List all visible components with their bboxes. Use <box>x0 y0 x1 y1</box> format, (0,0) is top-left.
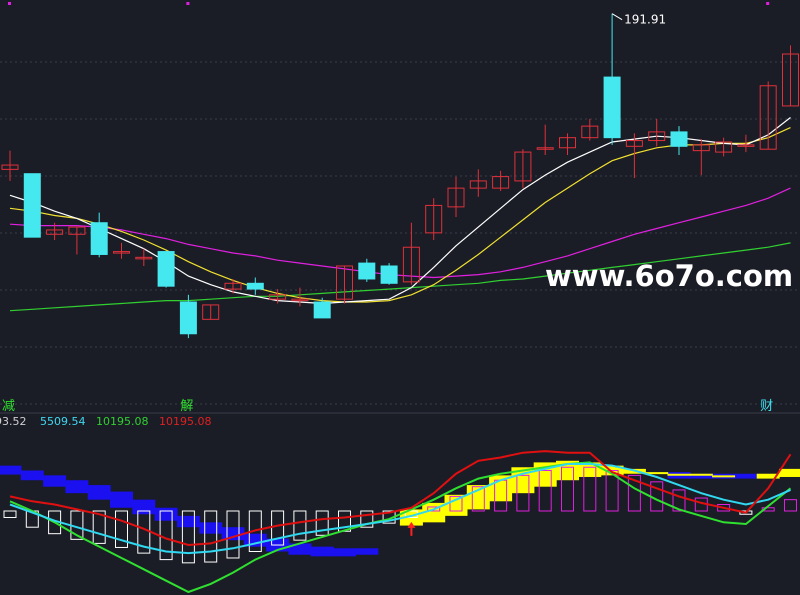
candle <box>380 263 398 285</box>
event-marker-dot <box>8 2 11 5</box>
candle <box>23 173 41 238</box>
candle-body <box>670 131 688 147</box>
yellow-band-segment <box>444 494 468 516</box>
blue-band-segment <box>43 475 67 487</box>
candle-body <box>90 222 108 255</box>
yellow-band-segment <box>779 468 800 477</box>
blue-band-segment <box>20 470 44 481</box>
blue-band-segment <box>110 491 133 508</box>
blue-band-segment <box>310 546 334 557</box>
candle <box>157 251 175 288</box>
stock-chart: 191.91 www.6o7o.com 减 解 财 93.52 5509.54 10… <box>0 0 800 595</box>
event-marker-label: 减 <box>2 399 15 414</box>
candle-body <box>603 76 621 139</box>
readout-2: 10195.08 <box>96 415 149 428</box>
candle-body <box>380 265 398 284</box>
candle-body <box>358 262 376 280</box>
event-marker-dot <box>766 2 770 5</box>
blue-band-segment <box>132 499 156 515</box>
blue-band-segment <box>65 480 89 494</box>
blue-band-segment <box>154 507 178 521</box>
blue-band-segment <box>0 465 22 475</box>
readout-1: 5509.54 <box>40 415 86 428</box>
candle-body <box>157 251 175 287</box>
candle-body <box>23 173 41 238</box>
candle-body <box>313 301 331 319</box>
readout-3: 10195.08 <box>159 415 212 428</box>
watermark-text: www.6o7o.com <box>545 259 793 293</box>
event-marker-dot <box>186 2 190 5</box>
readout-0: 93.52 <box>0 415 27 428</box>
yellow-band-segment <box>466 485 490 510</box>
yellow-band-segment <box>689 473 713 476</box>
blue-band-segment <box>199 522 223 534</box>
peak-label: 191.91 <box>624 13 666 27</box>
blue-band-segment <box>734 473 758 479</box>
yellow-band-segment <box>667 473 691 476</box>
yellow-band-segment <box>712 475 736 478</box>
event-marker-label: 财 <box>760 399 773 414</box>
candle-body <box>246 282 264 290</box>
blue-band-segment <box>87 485 111 500</box>
event-marker-label: 解 <box>180 399 193 414</box>
blue-band-segment <box>333 548 356 557</box>
blue-band-segment <box>176 515 200 528</box>
blue-band-segment <box>355 548 379 555</box>
candle-body <box>179 301 197 335</box>
